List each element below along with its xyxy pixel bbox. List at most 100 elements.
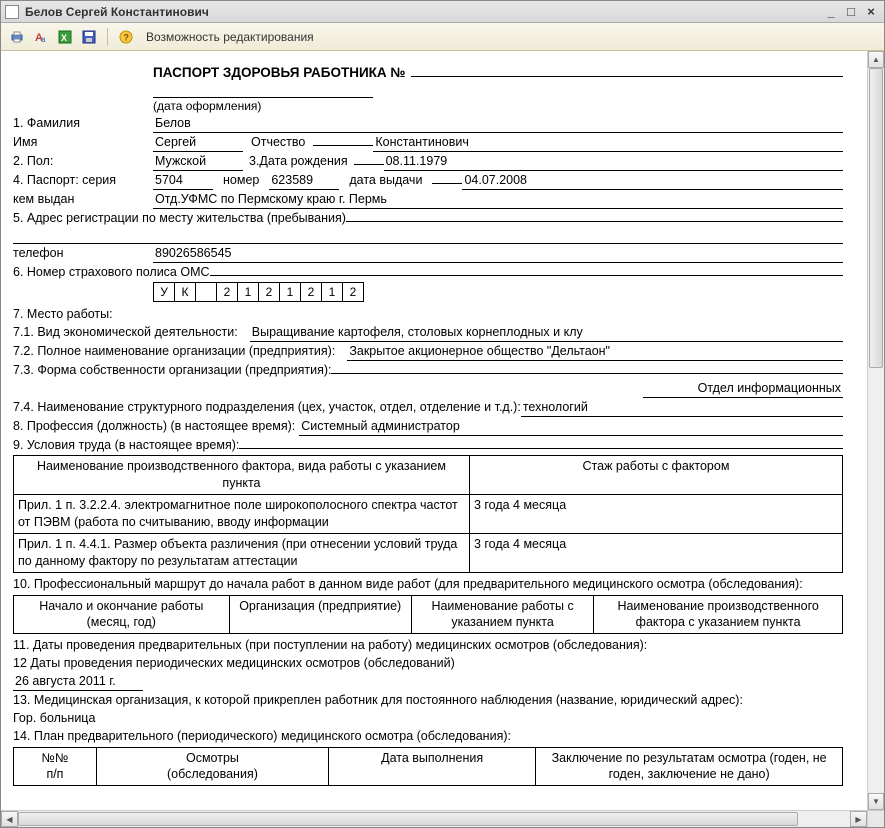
label-prelim: 11. Даты проведения предварительных (при… [13, 637, 647, 654]
value-activity: Выращивание картофеля, столовых корнепло… [250, 324, 843, 342]
print-icon[interactable] [7, 27, 27, 47]
value-pass-date: 04.07.2008 [462, 172, 843, 190]
table-route: Начало и окончание работы (месяц, год) О… [13, 595, 843, 635]
label-passport: 4. Паспорт: серия [13, 172, 153, 189]
value-surname: Белов [153, 115, 843, 133]
svg-text:a: a [41, 35, 46, 44]
oms-cell: 1 [237, 282, 259, 302]
scroll-track[interactable] [18, 811, 850, 827]
tbl14-h1: №№ п/п [14, 747, 97, 786]
tbl14-h2: Осмотры (обследования) [96, 747, 328, 786]
oms-cells: У К 2 1 2 1 2 1 2 [153, 282, 843, 302]
scroll-thumb[interactable] [869, 68, 883, 368]
value-sex: Мужской [153, 153, 243, 171]
doc-title: ПАСПОРТ ЗДОРОВЬЯ РАБОТНИКА № [153, 64, 405, 82]
value-patronymic: Константинович [373, 134, 843, 152]
oms-cell: 1 [279, 282, 301, 302]
tbl10-h3: Наименование работы с указанием пункта [411, 595, 593, 634]
label-oms: 6. Номер страхового полиса ОМС [13, 264, 210, 281]
table-plan: №№ п/п Осмотры (обследования) Дата выпол… [13, 747, 843, 787]
value-orgname: Закрытое акционерное общество "Дельтаон" [347, 343, 843, 361]
scroll-track[interactable] [868, 68, 884, 793]
font-icon[interactable]: Aa [31, 27, 51, 47]
label-route: 10. Профессиональный маршрут до начала р… [13, 576, 803, 593]
label-issued: кем выдан [13, 191, 153, 208]
label-patronymic: Отчество [251, 134, 305, 151]
label-surname: 1. Фамилия [13, 115, 153, 132]
address-line-2 [13, 230, 843, 244]
table-conditions: Наименование производственного фактора, … [13, 455, 843, 572]
tbl9-r2c1: Прил. 1 п. 4.4.1. Размер объекта различе… [14, 533, 470, 572]
label-orgname: 7.2. Полное наименование организации (пр… [13, 343, 335, 360]
vertical-scrollbar[interactable]: ▲ ▼ [867, 51, 884, 810]
minimize-button[interactable]: _ [822, 4, 840, 20]
titlebar: Белов Сергей Константинович _ □ × [1, 1, 884, 23]
oms-cell [195, 282, 217, 302]
value-medorg: Гор. больница [13, 710, 95, 727]
close-button[interactable]: × [862, 4, 880, 20]
label-pass-date: дата выдачи [349, 172, 422, 189]
label-address: 5. Адрес регистрации по месту жительства… [13, 210, 346, 227]
edit-mode-button[interactable]: Возможность редактирования [140, 28, 320, 46]
tbl14-h3: Дата выполнения [329, 747, 536, 786]
scroll-thumb[interactable] [18, 812, 798, 826]
label-name: Имя [13, 134, 153, 151]
tbl9-r2c2: 3 года 4 месяца [469, 533, 842, 572]
value-name: Сергей [153, 134, 243, 152]
tbl14-h4: Заключение по результатам осмотра (годен… [536, 747, 843, 786]
document: ПАСПОРТ ЗДОРОВЬЯ РАБОТНИКА № (дата оформ… [13, 63, 843, 786]
document-icon [5, 5, 19, 19]
label-plan: 14. План предварительного (периодическог… [13, 728, 511, 745]
tbl9-h1: Наименование производственного фактора, … [14, 456, 470, 495]
value-periodic-date: 26 августа 2011 г. [13, 673, 143, 691]
label-workplace: 7. Место работы: [13, 306, 113, 323]
window-title: Белов Сергей Константинович [25, 5, 820, 19]
oms-cell: 2 [258, 282, 280, 302]
value-phone: 89026586545 [153, 245, 843, 263]
value-dob: 08.11.1979 [384, 153, 843, 171]
svg-text:?: ? [124, 32, 130, 42]
scroll-corner [867, 811, 884, 827]
scroll-up-icon[interactable]: ▲ [868, 51, 884, 68]
label-conditions: 9. Условия труда (в настоящее время): [13, 437, 239, 454]
value-department-line1: Отдел информационных [643, 380, 843, 398]
content-area: ПАСПОРТ ЗДОРОВЬЯ РАБОТНИКА № (дата оформ… [1, 51, 884, 810]
scroll-right-icon[interactable]: ▶ [850, 811, 867, 827]
label-profession: 8. Профессия (должность) (в настоящее вр… [13, 418, 295, 435]
table-row: Прил. 1 п. 4.4.1. Размер объекта различе… [14, 533, 843, 572]
doc-date-field [153, 84, 373, 98]
label-sex: 2. Пол: [13, 153, 153, 170]
help-icon[interactable]: ? [116, 27, 136, 47]
maximize-button[interactable]: □ [842, 4, 860, 20]
label-ownership: 7.3. Форма собственности организации (пр… [13, 362, 331, 379]
tbl10-h4: Наименование производственного фактора с… [594, 595, 843, 634]
tbl10-h1: Начало и окончание работы (месяц, год) [14, 595, 230, 634]
scroll-down-icon[interactable]: ▼ [868, 793, 884, 810]
document-viewport[interactable]: ПАСПОРТ ЗДОРОВЬЯ РАБОТНИКА № (дата оформ… [1, 51, 867, 810]
value-department-line2: технологий [521, 399, 843, 417]
scroll-left-icon[interactable]: ◀ [1, 811, 18, 827]
excel-icon[interactable]: X [55, 27, 75, 47]
tbl10-h2: Организация (предприятие) [229, 595, 411, 634]
label-phone: телефон [13, 245, 153, 262]
toolbar: Aa X ? Возможность редактирования [1, 23, 884, 51]
oms-cell: 2 [300, 282, 322, 302]
oms-cell: К [174, 282, 196, 302]
table-row: Прил. 1 п. 3.2.2.4. электромагнитное пол… [14, 495, 843, 534]
label-department: 7.4. Наименование структурного подраздел… [13, 399, 521, 416]
oms-cell: 2 [216, 282, 238, 302]
tbl9-r1c1: Прил. 1 п. 3.2.2.4. электромагнитное пол… [14, 495, 470, 534]
save-icon[interactable] [79, 27, 99, 47]
oms-cell: 1 [321, 282, 343, 302]
toolbar-separator [107, 28, 108, 46]
label-dob: 3.Дата рождения [249, 153, 348, 170]
date-label: (дата оформления) [153, 98, 843, 114]
doc-number-field [411, 63, 843, 77]
label-periodic: 12 Даты проведения периодических медицин… [13, 655, 455, 672]
value-pass-series: 5704 [153, 172, 213, 190]
svg-text:X: X [61, 33, 67, 43]
oms-cell: У [153, 282, 175, 302]
label-medorg: 13. Медицинская организация, к которой п… [13, 692, 743, 709]
horizontal-scrollbar[interactable]: ◀ ▶ [1, 810, 884, 827]
label-pass-num: номер [223, 172, 259, 189]
